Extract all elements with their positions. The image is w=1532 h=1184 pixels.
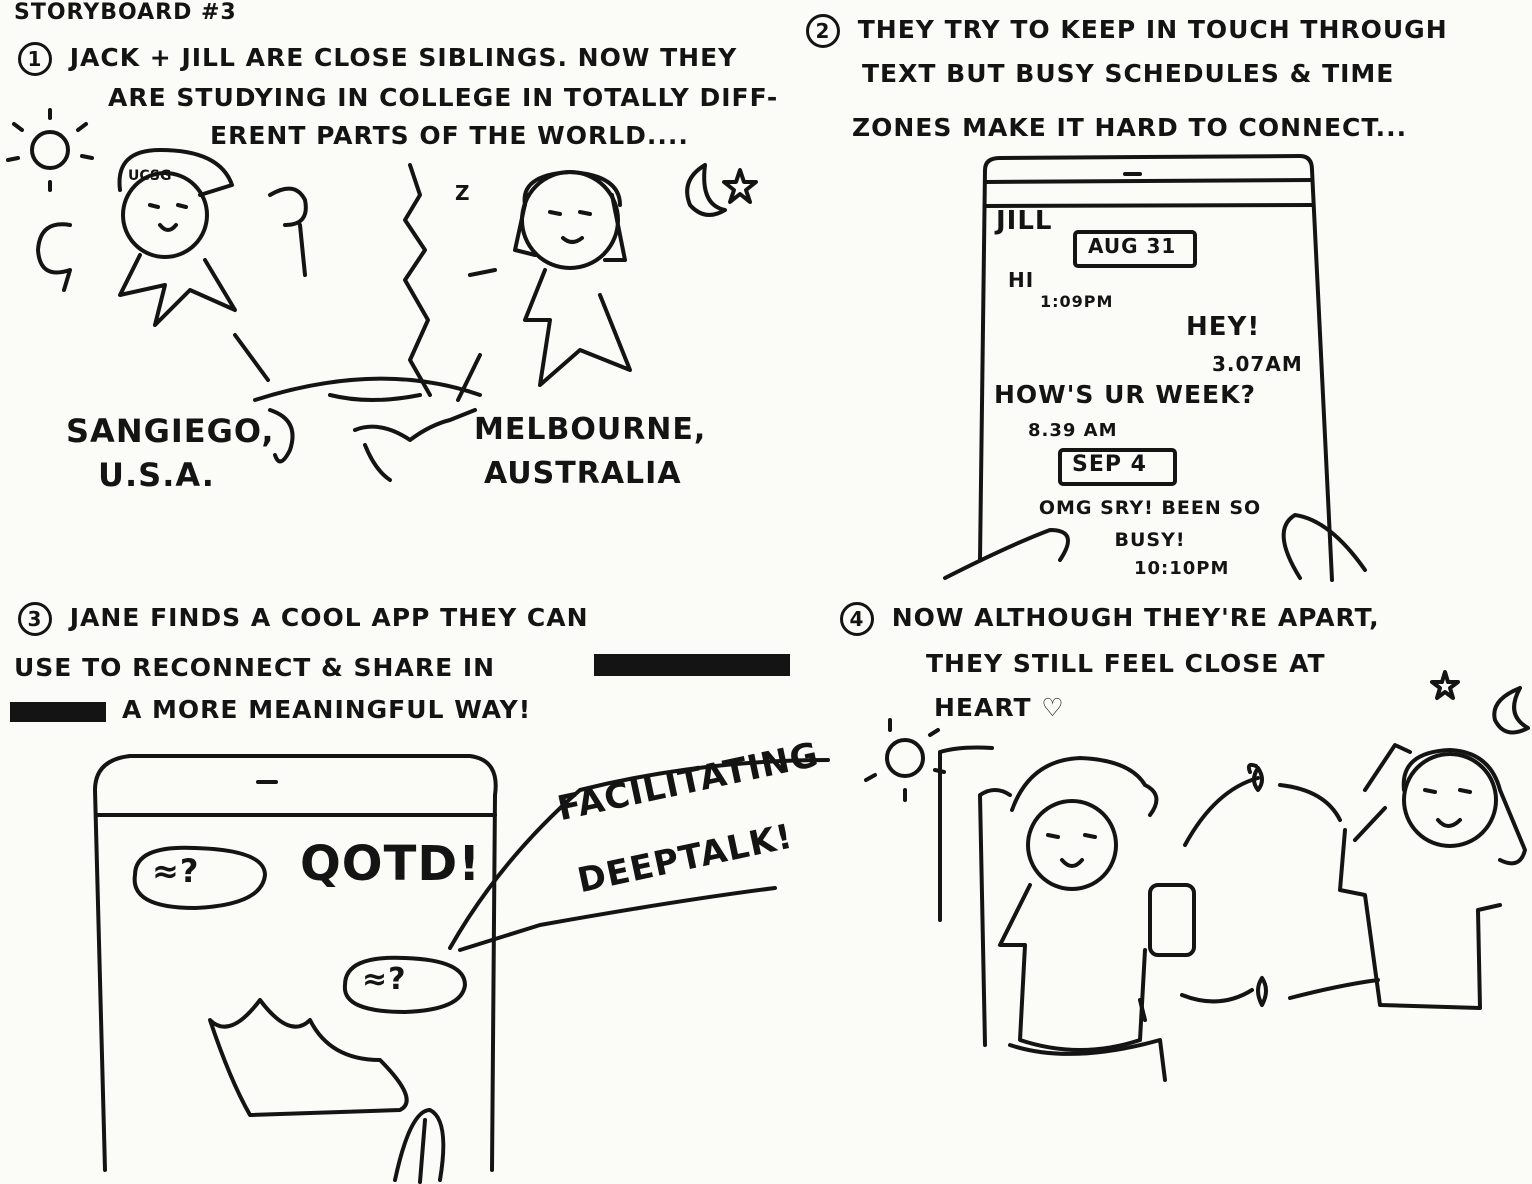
panel-4-illustration (864, 670, 1530, 1082)
star-icon (1430, 670, 1460, 700)
jack-figure (978, 756, 1196, 1082)
jill-figure (1338, 743, 1527, 1010)
moon-icon (1492, 686, 1530, 735)
sun-icon (864, 718, 946, 802)
heart-icon (1180, 762, 1380, 1007)
